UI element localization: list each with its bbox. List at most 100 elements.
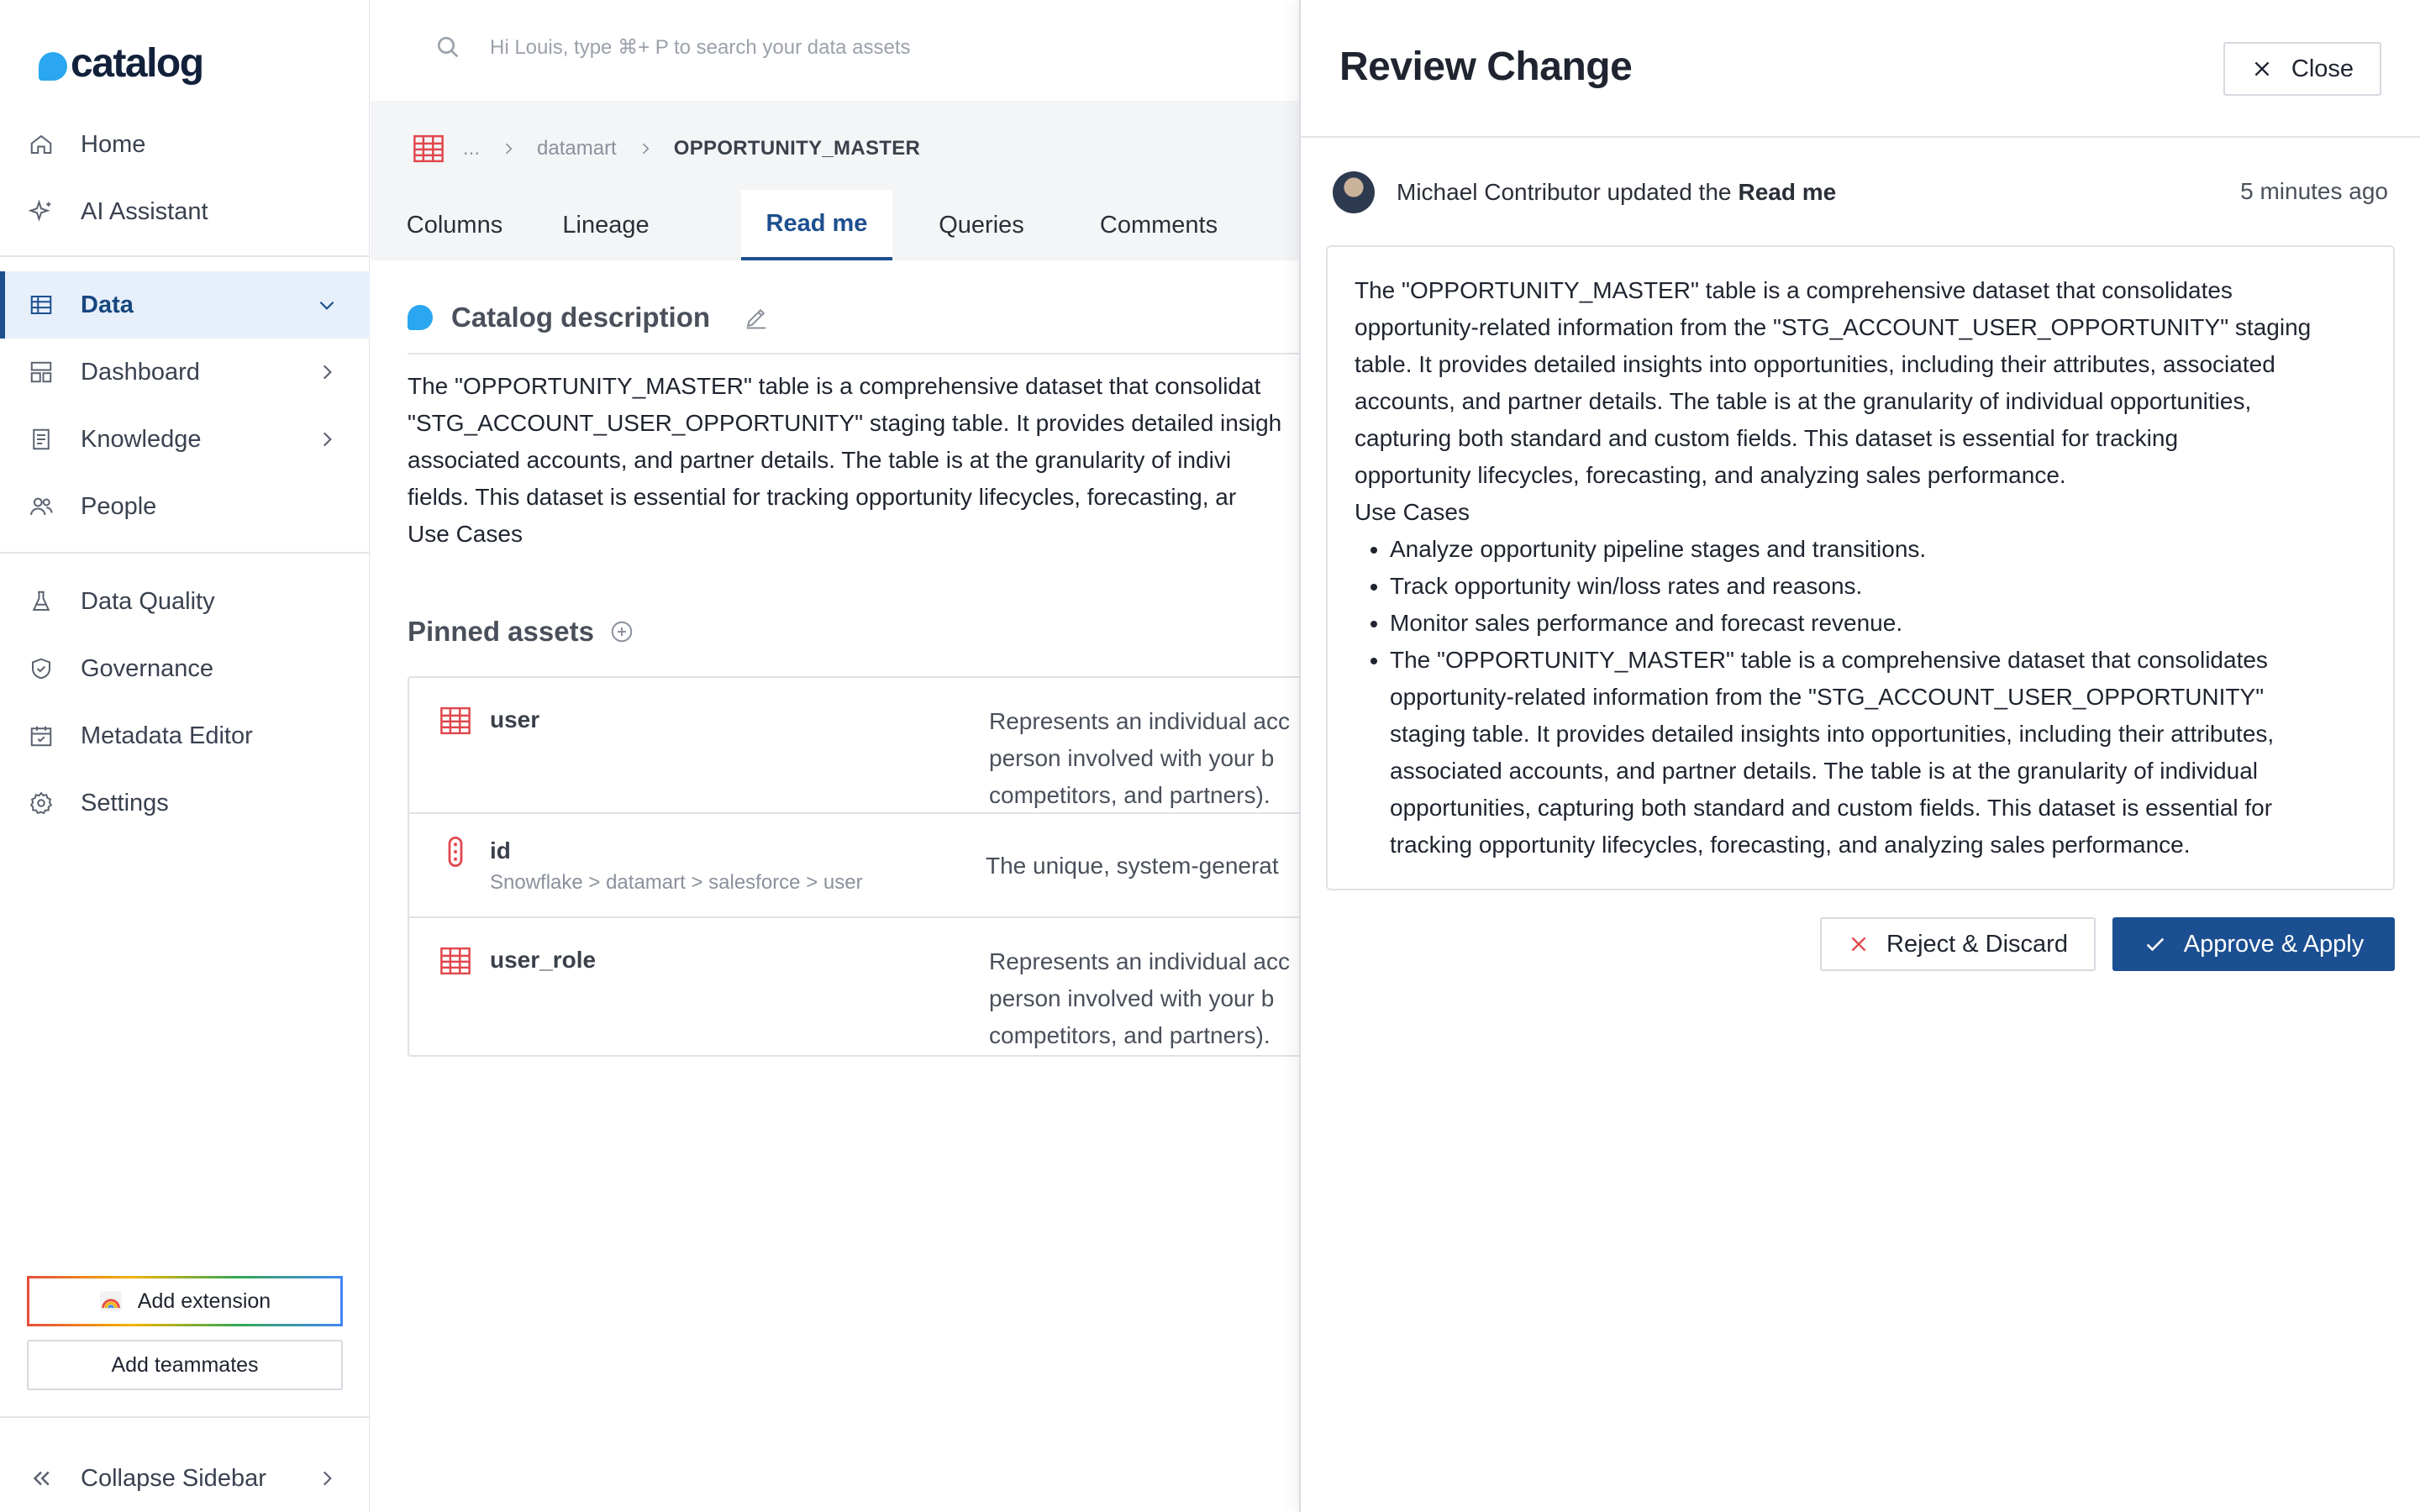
book-icon	[33, 428, 50, 450]
pinned-assets-title: Pinned assets	[408, 616, 594, 647]
asset-description-line: person involved with your b	[989, 985, 1275, 1011]
sidebar-item-label: Governance	[81, 654, 213, 682]
chevron-right-icon	[642, 143, 650, 155]
sidebar-item-governance[interactable]: Governance	[0, 635, 370, 702]
collapse-sidebar-button[interactable]: Collapse Sidebar	[0, 1445, 370, 1512]
list-item: The "OPPORTUNITY_MASTER" table is a comp…	[1390, 642, 2366, 864]
add-extension-button[interactable]: Add extension	[27, 1276, 343, 1326]
sidebar-item-ai-assistant[interactable]: AI Assistant	[0, 178, 370, 245]
catalog-logo-icon	[408, 305, 433, 330]
sparkle-icon	[29, 199, 51, 222]
reject-discard-button[interactable]: Reject & Discard	[1820, 917, 2096, 971]
change-line: table. It provides detailed insights int…	[1355, 351, 2275, 377]
close-label: Close	[2291, 55, 2354, 82]
list-item-line: The "OPPORTUNITY_MASTER" table is a comp…	[1390, 647, 2268, 673]
list-item-line: staging table. It provides detailed insi…	[1390, 721, 2275, 747]
sidebar-item-metadata-editor[interactable]: Metadata Editor	[0, 702, 370, 769]
list-item: Monitor sales performance and forecast r…	[1390, 605, 2366, 642]
asset-description-line: person involved with your b	[989, 745, 1275, 771]
sidebar-item-knowledge[interactable]: Knowledge	[0, 406, 370, 473]
review-change-panel: Review Change Close Michael Contributor …	[1299, 0, 2420, 1512]
double-chevron-left-icon	[33, 1471, 50, 1486]
pinned-assets-list: user Represents an individual acc person…	[408, 676, 1299, 1057]
add-teammates-label: Add teammates	[111, 1352, 259, 1377]
tab-lineage[interactable]: Lineage	[544, 190, 668, 260]
pinned-asset-row[interactable]: user_role Represents an individual acc p…	[409, 918, 1299, 1055]
sidebar-item-home[interactable]: Home	[0, 111, 370, 178]
chevron-down-icon[interactable]	[316, 294, 338, 316]
main-content: Hi Louis, type ⌘+ P to search your data …	[371, 0, 1299, 1512]
list-item-line: associated accounts, and partner details…	[1390, 758, 2258, 784]
activity-timestamp: 5 minutes ago	[2240, 178, 2388, 204]
sidebar-item-label: Home	[81, 130, 146, 158]
chevron-right-icon[interactable]	[316, 361, 338, 383]
sidebar-item-data-quality[interactable]: Data Quality	[0, 568, 370, 635]
search-bar[interactable]: Hi Louis, type ⌘+ P to search your data …	[434, 34, 910, 60]
sidebar-item-data[interactable]: Data	[0, 271, 370, 339]
sidebar-item-label: Data Quality	[81, 587, 215, 615]
tab-bar: Columns Lineage Read me Queries Comments	[371, 190, 1299, 260]
change-line: The "OPPORTUNITY_MASTER" table is a comp…	[1355, 277, 2233, 303]
search-input[interactable]: Hi Louis, type ⌘+ P to search your data …	[490, 35, 910, 60]
chevron-right-icon[interactable]	[316, 428, 338, 450]
check-icon	[2146, 937, 2165, 952]
description-line: Use Cases	[408, 521, 523, 547]
catalog-description-header: Catalog description	[408, 302, 769, 333]
sidebar-item-label: Metadata Editor	[81, 722, 253, 749]
change-line: accounts, and partner details. The table…	[1355, 388, 2252, 414]
list-item: Analyze opportunity pipeline stages and …	[1390, 531, 2366, 568]
add-circle-icon[interactable]	[609, 619, 634, 644]
sidebar-item-people[interactable]: People	[0, 473, 370, 540]
tab-read-me[interactable]: Read me	[741, 190, 892, 260]
sidebar-item-label: People	[81, 492, 157, 520]
breadcrumb-current: OPPORTUNITY_MASTER	[673, 137, 921, 160]
asset-description-line: competitors, and partners).	[989, 1022, 1270, 1048]
asset-description: The unique, system-generat	[986, 848, 1279, 885]
asset-name[interactable]: user_role	[490, 947, 596, 974]
logo[interactable]: catalog	[39, 40, 204, 87]
breadcrumb-ellipsis[interactable]: ...	[463, 137, 480, 160]
change-line: opportunity-related information from the…	[1355, 314, 2312, 340]
pinned-asset-row[interactable]: id Snowflake > datamart > salesforce > u…	[409, 814, 1299, 918]
pinned-asset-row[interactable]: user Represents an individual acc person…	[409, 678, 1299, 814]
catalog-description-title: Catalog description	[451, 302, 711, 333]
description-line: fields. This dataset is essential for tr…	[408, 484, 1237, 510]
asset-name[interactable]: id	[490, 837, 511, 864]
asset-header: ... datamart OPPORTUNITY_MASTER Columns …	[371, 101, 1299, 260]
sidebar-item-settings[interactable]: Settings	[0, 769, 370, 837]
asset-description: Represents an individual acc person invo…	[989, 943, 1290, 1054]
logo-mark	[39, 51, 67, 81]
reject-label: Reject & Discard	[1886, 930, 2068, 958]
sidebar-item-label: AI Assistant	[81, 197, 208, 225]
change-line: opportunity lifecycles, forecasting, and…	[1355, 462, 2066, 488]
add-teammates-button[interactable]: Add teammates	[27, 1340, 343, 1390]
chevron-right-icon	[505, 143, 513, 155]
breadcrumb-parent[interactable]: datamart	[537, 137, 617, 160]
description-line: "STG_ACCOUNT_USER_OPPORTUNITY" staging t…	[408, 410, 1282, 436]
table-icon	[440, 947, 471, 975]
people-icon	[30, 497, 53, 516]
sidebar-item-dashboard[interactable]: Dashboard	[0, 339, 370, 406]
tab-queries[interactable]: Queries	[918, 190, 1044, 260]
asset-name[interactable]: user	[490, 706, 539, 733]
search-icon	[438, 37, 459, 58]
sidebar: catalog Home AI Assistant Data Dashboard…	[0, 0, 370, 1512]
tab-comments[interactable]: Comments	[1075, 190, 1243, 260]
list-item-line: opportunity-related information from the…	[1390, 684, 2265, 710]
tab-columns[interactable]: Columns	[387, 190, 522, 260]
activity-line: Michael Contributor updated the Read me …	[1333, 171, 2388, 213]
dashboard-icon	[30, 361, 52, 383]
sidebar-item-label: Knowledge	[81, 425, 202, 453]
avatar[interactable]	[1333, 171, 1375, 213]
list-item-line: tracking opportunity lifecycles, forecas…	[1390, 832, 2191, 858]
approve-apply-button[interactable]: Approve & Apply	[2112, 917, 2395, 971]
activity-target: Read me	[1738, 179, 1837, 205]
change-line: Use Cases	[1355, 499, 1470, 525]
gear-icon	[29, 791, 53, 815]
pencil-icon[interactable]	[744, 305, 769, 330]
sidebar-divider	[0, 552, 370, 554]
close-button[interactable]: Close	[2223, 42, 2381, 96]
section-divider	[408, 353, 1299, 354]
catalog-description-text: The "OPPORTUNITY_MASTER" table is a comp…	[408, 368, 1299, 553]
activity-author: Michael Contributor updated the	[1397, 179, 1732, 205]
